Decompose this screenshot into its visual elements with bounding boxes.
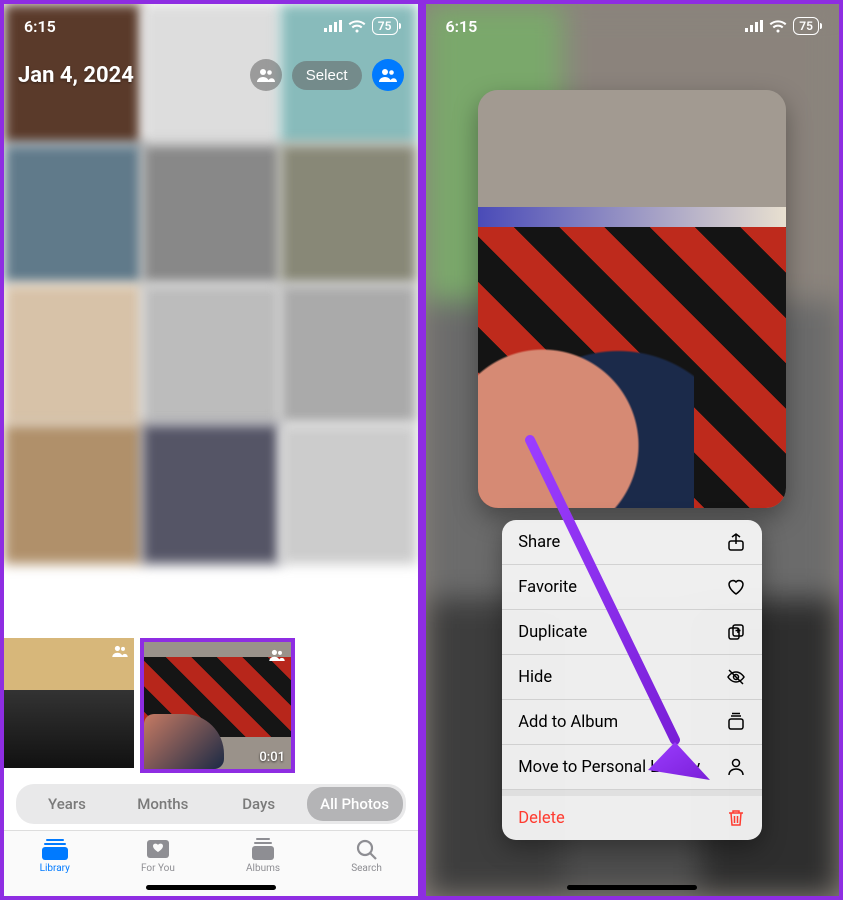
duplicate-icon [726, 622, 746, 642]
context-menu: Share Favorite Duplicate Hide Add to Alb… [502, 520, 762, 840]
menu-delete[interactable]: Delete [502, 790, 762, 840]
heart-icon [726, 577, 746, 597]
shared-library-badge-icon [269, 646, 285, 665]
status-bar: 6:15 75 [4, 4, 418, 48]
wifi-icon [348, 20, 366, 33]
wifi-icon [769, 20, 787, 33]
person-icon [726, 757, 746, 777]
photo-thumbnail[interactable] [0, 638, 134, 768]
battery-icon: 75 [793, 17, 819, 35]
home-indicator[interactable] [567, 885, 697, 890]
menu-share[interactable]: Share [502, 520, 762, 565]
photo-preview[interactable] [478, 90, 786, 508]
tab-search[interactable]: Search [351, 837, 382, 874]
tab-library[interactable]: Library [40, 837, 70, 874]
shared-library-indicator[interactable] [250, 59, 282, 91]
menu-favorite[interactable]: Favorite [502, 565, 762, 610]
battery-icon: 75 [372, 17, 398, 35]
eye-slash-icon [726, 667, 746, 687]
status-time: 6:15 [24, 17, 56, 36]
trash-icon [726, 808, 746, 828]
tab-for-you[interactable]: For You [141, 837, 175, 874]
video-duration: 0:01 [259, 750, 285, 765]
shared-library-badge-icon [112, 642, 128, 661]
cellular-icon [745, 20, 763, 32]
menu-move-personal-library[interactable]: Move to Personal Library [502, 745, 762, 790]
for-you-icon [144, 837, 172, 861]
menu-hide[interactable]: Hide [502, 655, 762, 700]
albums-icon [249, 837, 277, 861]
date-title: Jan 4, 2024 [18, 63, 240, 88]
library-icon [41, 837, 69, 861]
video-thumbnail-selected[interactable]: 0:01 [140, 638, 295, 773]
search-icon [353, 837, 381, 861]
view-segmented-control: Years Months Days All Photos [16, 784, 406, 824]
status-time: 6:15 [446, 17, 478, 36]
view-tab-months[interactable]: Months [115, 787, 211, 821]
tab-albums[interactable]: Albums [246, 837, 280, 874]
view-tab-all-photos[interactable]: All Photos [307, 787, 403, 821]
album-add-icon [726, 712, 746, 732]
select-button[interactable]: Select [292, 61, 362, 90]
home-indicator[interactable] [146, 885, 276, 890]
shared-library-filter-button[interactable] [372, 59, 404, 91]
cellular-icon [324, 20, 342, 32]
view-tab-years[interactable]: Years [19, 787, 115, 821]
menu-add-to-album[interactable]: Add to Album [502, 700, 762, 745]
status-bar: 6:15 75 [426, 4, 840, 48]
view-tab-days[interactable]: Days [211, 787, 307, 821]
menu-duplicate[interactable]: Duplicate [502, 610, 762, 655]
share-icon [726, 532, 746, 552]
